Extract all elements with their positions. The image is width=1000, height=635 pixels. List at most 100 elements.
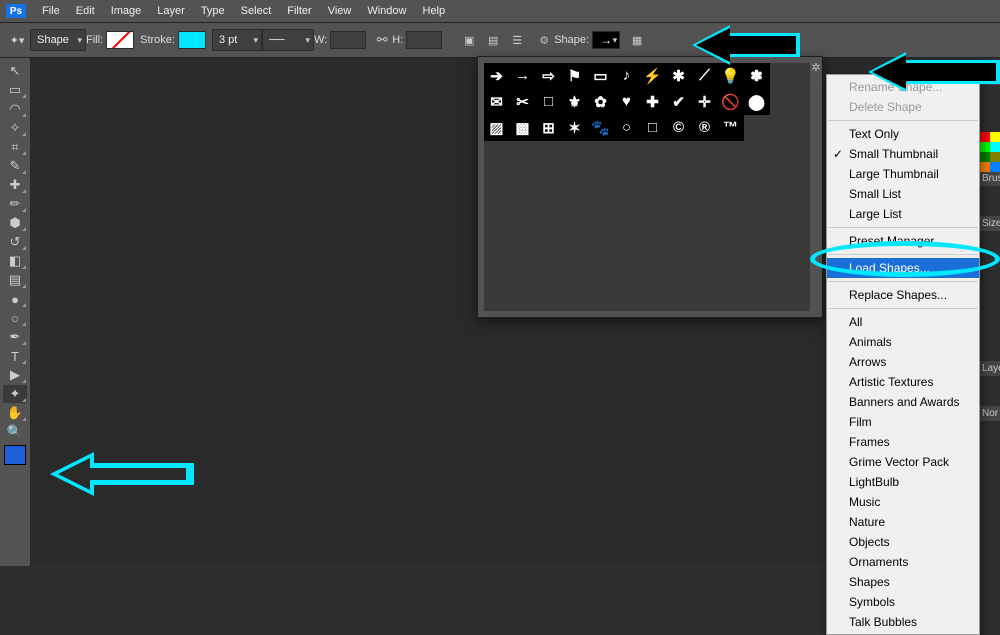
shape-mode-dropdown[interactable]: Shape — [30, 29, 86, 51]
shape-thumb[interactable]: © — [666, 115, 692, 141]
shape-thumb[interactable]: ⟋ — [692, 63, 718, 89]
menu-window[interactable]: Window — [359, 5, 414, 17]
dock-tab-layers[interactable]: Laye — [978, 361, 1000, 376]
shape-picker-dropdown[interactable] — [592, 31, 620, 49]
ctx-all[interactable]: All — [827, 312, 979, 332]
tool-hand[interactable]: ✋ — [3, 404, 27, 422]
gear-icon[interactable]: ⚙ — [536, 32, 552, 48]
path-op-new-icon[interactable]: ▣ — [458, 30, 480, 50]
tool-move[interactable]: ↖ — [3, 62, 27, 80]
ctx-lightbulb[interactable]: LightBulb — [827, 472, 979, 492]
foreground-color-swatch[interactable] — [4, 445, 26, 465]
ctx-frames[interactable]: Frames — [827, 432, 979, 452]
ctx-symbols[interactable]: Symbols — [827, 592, 979, 612]
shape-thumb[interactable]: ✱ — [666, 63, 692, 89]
shape-thumb[interactable]: ▩ — [510, 115, 536, 141]
menu-image[interactable]: Image — [103, 5, 150, 17]
tool-history-brush[interactable]: ↺ — [3, 233, 27, 251]
shape-thumb[interactable]: ▨ — [484, 115, 510, 141]
shape-thumb[interactable]: ® — [692, 115, 718, 141]
path-arrange-icon[interactable]: ☰ — [506, 30, 528, 50]
ctx-artistic-textures[interactable]: Artistic Textures — [827, 372, 979, 392]
path-op-combine-icon[interactable]: ▤ — [482, 30, 504, 50]
menu-select[interactable]: Select — [233, 5, 280, 17]
ctx-nature[interactable]: Nature — [827, 512, 979, 532]
shape-thumb[interactable]: ⚡ — [640, 63, 666, 89]
shape-thumb[interactable]: ✉ — [484, 89, 510, 115]
shape-thumb[interactable]: ✔ — [666, 89, 692, 115]
stroke-style-dropdown[interactable]: ── — [262, 29, 314, 51]
tool-lasso[interactable]: ◠ — [3, 100, 27, 118]
shape-thumb[interactable]: ⇨ — [536, 63, 562, 89]
ctx-text-only[interactable]: Text Only — [827, 124, 979, 144]
fill-swatch[interactable] — [106, 31, 134, 49]
shape-panel-gear-icon[interactable]: ✲ — [808, 59, 824, 75]
tool-dodge[interactable]: ○ — [3, 309, 27, 327]
shape-thumb[interactable]: ⚜ — [562, 89, 588, 115]
width-field[interactable] — [330, 31, 366, 49]
menu-filter[interactable]: Filter — [279, 5, 319, 17]
ctx-replace-shapes[interactable]: Replace Shapes... — [827, 285, 979, 305]
dock-tab-blend[interactable]: Nor — [978, 406, 1000, 421]
shape-thumb[interactable]: ✛ — [692, 89, 718, 115]
shape-thumb[interactable]: 🚫 — [718, 89, 744, 115]
shape-thumb[interactable]: □ — [640, 115, 666, 141]
shape-thumb[interactable]: → — [510, 63, 536, 89]
menu-type[interactable]: Type — [193, 5, 233, 17]
stroke-swatch[interactable] — [178, 31, 206, 49]
tool-blur[interactable]: ● — [3, 290, 27, 308]
shape-thumb[interactable]: 🐾 — [588, 115, 614, 141]
shape-thumb[interactable]: ▭ — [588, 63, 614, 89]
tool-gradient[interactable]: ▤ — [3, 271, 27, 289]
tool-marquee[interactable]: ▭ — [3, 81, 27, 99]
ctx-large-list[interactable]: Large List — [827, 204, 979, 224]
ctx-grime-vector-pack[interactable]: Grime Vector Pack — [827, 452, 979, 472]
tool-preset-icon[interactable]: ✦▾ — [6, 30, 28, 50]
ctx-banners-and-awards[interactable]: Banners and Awards — [827, 392, 979, 412]
shape-thumb[interactable]: □ — [536, 89, 562, 115]
menu-view[interactable]: View — [320, 5, 360, 17]
ctx-small-list[interactable]: Small List — [827, 184, 979, 204]
dock-tab-color[interactable]: Colo — [978, 70, 1000, 85]
menu-layer[interactable]: Layer — [149, 5, 193, 17]
shape-thumb[interactable]: ✽ — [744, 63, 770, 89]
shape-thumb[interactable]: ✶ — [562, 115, 588, 141]
shape-thumb[interactable]: ✚ — [640, 89, 666, 115]
menu-edit[interactable]: Edit — [68, 5, 103, 17]
tool-magic-wand[interactable]: ✧ — [3, 119, 27, 137]
ctx-preset-manager[interactable]: Preset Manager... — [827, 231, 979, 251]
color-swatches[interactable] — [980, 132, 1000, 172]
tool-eyedropper[interactable]: ✎ — [3, 157, 27, 175]
height-field[interactable] — [406, 31, 442, 49]
shape-thumb[interactable]: ➔ — [484, 63, 510, 89]
shape-thumb[interactable]: ✿ — [588, 89, 614, 115]
tool-type[interactable]: T — [3, 347, 27, 365]
ctx-shapes[interactable]: Shapes — [827, 572, 979, 592]
link-wh-icon[interactable]: ⚯ — [372, 32, 392, 48]
align-edges-icon[interactable]: ▦ — [626, 30, 648, 50]
ctx-talk-bubbles[interactable]: Talk Bubbles — [827, 612, 979, 632]
ctx-load-shapes[interactable]: Load Shapes... — [827, 258, 979, 278]
tool-zoom[interactable]: 🔍 — [3, 423, 27, 441]
dock-tab-brush[interactable]: Brus — [978, 171, 1000, 186]
tool-custom-shape[interactable]: ✦ — [3, 385, 27, 403]
ctx-large-thumbnail[interactable]: Large Thumbnail — [827, 164, 979, 184]
shape-thumb[interactable]: ⚑ — [562, 63, 588, 89]
tool-pen[interactable]: ✒ — [3, 328, 27, 346]
tool-crop[interactable]: ⌗ — [3, 138, 27, 156]
tool-stamp[interactable]: ⬢ — [3, 214, 27, 232]
shape-thumb[interactable]: ⬤ — [744, 89, 770, 115]
shape-thumb[interactable]: 💡 — [718, 63, 744, 89]
stroke-width-dropdown[interactable]: 3 pt — [212, 29, 262, 51]
ctx-arrows[interactable]: Arrows — [827, 352, 979, 372]
shape-thumb[interactable]: ♪ — [614, 63, 640, 89]
ctx-animals[interactable]: Animals — [827, 332, 979, 352]
tool-healing[interactable]: ✚ — [3, 176, 27, 194]
tool-path-select[interactable]: ▶ — [3, 366, 27, 384]
ctx-objects[interactable]: Objects — [827, 532, 979, 552]
shape-thumb[interactable]: ○ — [614, 115, 640, 141]
ctx-music[interactable]: Music — [827, 492, 979, 512]
shape-thumb[interactable]: ™ — [718, 115, 744, 141]
shape-thumb[interactable]: ⊞ — [536, 115, 562, 141]
shape-thumb[interactable]: ♥ — [614, 89, 640, 115]
